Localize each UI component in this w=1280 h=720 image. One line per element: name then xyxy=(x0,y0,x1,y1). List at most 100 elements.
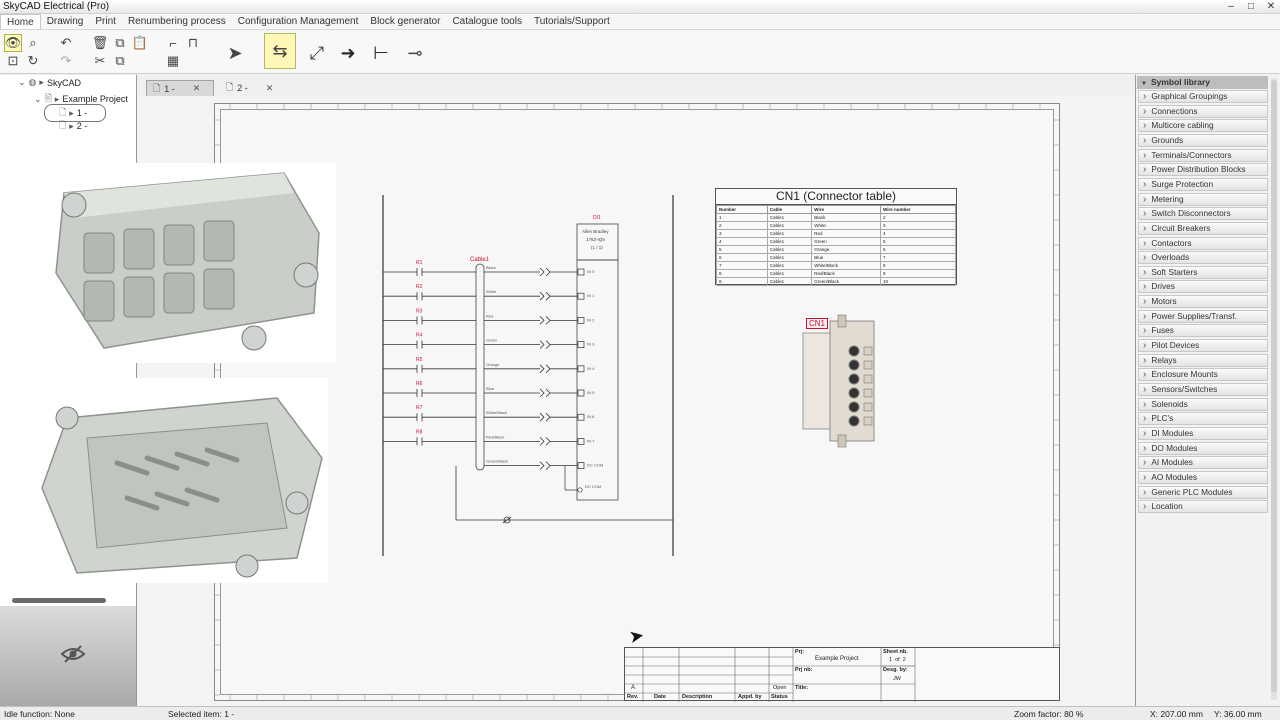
refresh-icon[interactable]: ↻ xyxy=(24,52,42,70)
library-item-soft-starters[interactable]: Soft Starters xyxy=(1138,265,1268,279)
library-item-grounds[interactable]: Grounds xyxy=(1138,133,1268,147)
add-wire-icon[interactable]: ➜ xyxy=(333,38,363,68)
tab-page-1[interactable]: 🗋 1 - ✕ xyxy=(146,80,214,96)
menu-block-generator[interactable]: Block generator xyxy=(364,14,446,29)
app-window: SkyCAD Electrical (Pro) – □ ✕ Home Drawi… xyxy=(0,0,1280,720)
close-button[interactable]: ✕ xyxy=(1266,1,1276,12)
maximize-button[interactable]: □ xyxy=(1246,1,1256,12)
library-item-contactors[interactable]: Contactors xyxy=(1138,236,1268,250)
minimize-button[interactable]: – xyxy=(1226,1,1236,12)
eye-icon[interactable]: 👁 xyxy=(4,34,22,52)
table-cell: Cable1 xyxy=(766,277,813,286)
menu-print[interactable]: Print xyxy=(89,14,122,29)
table-cell: 7 xyxy=(880,253,956,262)
library-item-metering[interactable]: Metering xyxy=(1138,192,1268,206)
library-scrollbar[interactable] xyxy=(1271,78,1277,700)
library-item-multicore-cabling[interactable]: Multicore cabling xyxy=(1138,119,1268,133)
title-block: A Open Rev. Date Description Appd. by St… xyxy=(624,647,1060,702)
connector-table-header: Number xyxy=(716,205,768,214)
tree-node-skycad[interactable]: ⌄ ◍ ▸ SkyCAD xyxy=(18,77,81,88)
connector-latch xyxy=(863,416,873,426)
status-y: Y: 36.00 mm xyxy=(1214,709,1262,719)
wire-mode-icon[interactable]: ⇆ xyxy=(264,33,296,69)
zoom-extents-icon[interactable]: ⊡ xyxy=(4,52,22,70)
library-item-ao-modules[interactable]: AO Modules xyxy=(1138,470,1268,484)
library-item-motors[interactable]: Motors xyxy=(1138,295,1268,309)
library-item-relays[interactable]: Relays xyxy=(1138,353,1268,367)
status-zoom: Zoom factor: 80 % xyxy=(1014,709,1084,719)
title-label: Title: xyxy=(795,685,809,691)
paste-icon[interactable]: 📋 xyxy=(131,34,149,52)
delete-icon[interactable]: 🗑 xyxy=(91,34,109,52)
library-item-sensors-switches[interactable]: Sensors/Switches xyxy=(1138,383,1268,396)
date-header: Date xyxy=(654,694,666,700)
collapse-icon[interactable]: ⌄ xyxy=(34,94,42,105)
library-item-enclosure-mounts[interactable]: Enclosure Mounts xyxy=(1138,368,1268,382)
table-cell: 1 xyxy=(716,213,768,222)
menu-catalogue-tools[interactable]: Catalogue tools xyxy=(446,14,528,29)
table-cell: Cable1 xyxy=(766,245,813,254)
table-cell: White/Black xyxy=(811,261,882,270)
align-icon[interactable]: ⌐ xyxy=(164,34,182,52)
table-cell: Cable1 xyxy=(766,269,813,278)
menu-drawing[interactable]: Drawing xyxy=(41,14,90,29)
library-item-connections[interactable]: Connections xyxy=(1138,104,1268,118)
library-item-ai-modules[interactable]: AI Modules xyxy=(1138,456,1268,470)
redo-icon[interactable]: ↷ xyxy=(57,52,75,70)
select-arrow-icon[interactable]: ➤ xyxy=(220,38,250,68)
connection-point-icon[interactable]: ⊸ xyxy=(400,38,430,68)
distribute-icon[interactable]: ⊓ xyxy=(184,34,202,52)
table-row: 4 Cable1 Green 5 xyxy=(716,237,956,246)
collapse-icon[interactable]: ⌄ xyxy=(18,77,26,88)
connector-pin xyxy=(848,345,860,357)
menu-tutorials-support[interactable]: Tutorials/Support xyxy=(528,14,616,29)
menu-home[interactable]: Home xyxy=(0,14,41,29)
library-item-power-supplies-transf[interactable]: Power Supplies/Transf. xyxy=(1138,309,1268,323)
library-item-power-distribution-blocks[interactable]: Power Distribution Blocks xyxy=(1138,163,1268,177)
library-scroll-thumb[interactable] xyxy=(1271,80,1277,692)
close-icon[interactable]: ✕ xyxy=(266,83,274,94)
tree-horizontal-scrollbar[interactable] xyxy=(12,598,106,603)
library-item-pilot-devices[interactable]: Pilot Devices xyxy=(1138,339,1268,353)
table-cell: Black xyxy=(811,213,882,222)
hidden-eye-icon[interactable] xyxy=(60,644,86,670)
status-selected: Selected item: 1 - xyxy=(168,709,235,719)
title-bar: SkyCAD Electrical (Pro) – □ ✕ xyxy=(0,0,1280,14)
add-branch-icon[interactable]: ⊢ xyxy=(366,38,396,68)
library-item-circuit-breakers[interactable]: Circuit Breakers xyxy=(1138,221,1268,235)
table-cell: 5 xyxy=(880,237,956,246)
library-item-surge-protection[interactable]: Surge Protection xyxy=(1138,177,1268,191)
connector-symbol[interactable] xyxy=(800,313,882,449)
cut-icon[interactable]: ✂ xyxy=(91,52,109,70)
library-item-solenoids[interactable]: Solenoids xyxy=(1138,397,1268,411)
table-cell: Green xyxy=(811,237,882,246)
library-item-graphical-groupings[interactable]: Graphical Groupings xyxy=(1138,90,1268,103)
copy-icon[interactable]: ⧉ xyxy=(111,34,129,52)
close-icon[interactable]: ✕ xyxy=(193,83,201,94)
library-item-terminals-connectors[interactable]: Terminals/Connectors xyxy=(1138,148,1268,162)
symbol-library-header[interactable]: Symbol library xyxy=(1137,76,1268,89)
duplicate-icon[interactable]: ⧉ xyxy=(111,52,129,70)
library-item-plc-s[interactable]: PLC's xyxy=(1138,412,1268,426)
menu-configuration-management[interactable]: Configuration Management xyxy=(232,14,365,29)
zoom-icon[interactable]: ⌕ xyxy=(24,34,42,52)
library-item-di-modules[interactable]: DI Modules xyxy=(1138,426,1268,440)
table-cell: 8 xyxy=(716,269,768,278)
prj-value: Example Project xyxy=(815,656,859,662)
page-tabs: 🗋 1 - ✕ 🗋 2 - ✕ xyxy=(138,80,1134,96)
library-item-generic-plc-modules[interactable]: Generic PLC Modules xyxy=(1138,485,1268,499)
menu-renumbering-process[interactable]: Renumbering process xyxy=(122,14,232,29)
library-item-location[interactable]: Location xyxy=(1138,500,1268,514)
table-cell: 10 xyxy=(880,277,956,286)
table-icon[interactable]: ▦ xyxy=(164,52,182,70)
library-item-drives[interactable]: Drives xyxy=(1138,280,1268,294)
tree-node-page-2[interactable]: 🗋 ▸ 2 - xyxy=(59,118,87,134)
library-item-fuses[interactable]: Fuses xyxy=(1138,324,1268,338)
library-item-overloads[interactable]: Overloads xyxy=(1138,251,1268,265)
prj-label: Prj: xyxy=(795,649,805,655)
library-item-do-modules[interactable]: DO Modules xyxy=(1138,441,1268,455)
library-item-switch-disconnectors[interactable]: Switch Disconnectors xyxy=(1138,207,1268,221)
undo-icon[interactable]: ↶ xyxy=(57,34,75,52)
wire-number-icon[interactable]: ⤢ xyxy=(302,38,332,68)
tab-page-2[interactable]: 🗋 2 - ✕ xyxy=(220,80,288,96)
